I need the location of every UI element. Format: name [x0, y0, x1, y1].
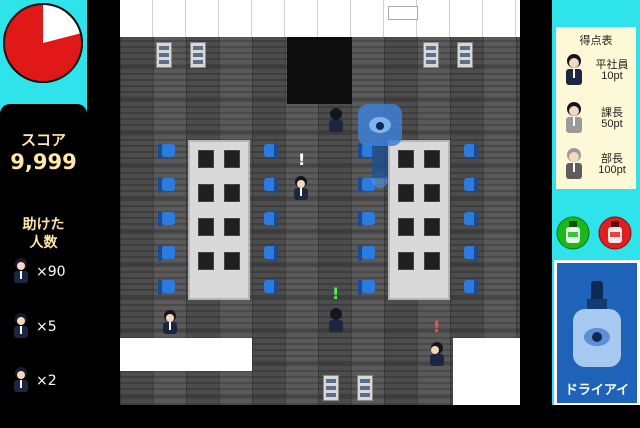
vending-machine — [423, 42, 439, 68]
office-chair — [158, 278, 176, 296]
office-chair — [460, 244, 478, 262]
staff-icon — [566, 54, 582, 85]
selected-item-name: ドライアイ — [564, 383, 630, 398]
vending-machine — [156, 42, 172, 68]
right-panel: 得点表 平社員 10pt 課長 50pt 部長 100pt ドライアイ — [552, 0, 640, 428]
score-value: 9,999 — [10, 150, 77, 174]
points-chief: 50pt — [601, 118, 623, 130]
office-map[interactable]: ! ! ! — [120, 0, 520, 405]
office-chair — [260, 142, 278, 160]
score-panel: スコア 9,999 助けた 人数 ×90 ×5 ×2 — [0, 104, 87, 426]
dark-doorway — [287, 37, 352, 104]
red-eye-drop-icon[interactable] — [598, 216, 632, 250]
office-chair — [460, 176, 478, 194]
section-chief-icon — [14, 313, 28, 338]
saved-staff-count: ×90 — [36, 264, 66, 280]
saved-label-line2: 人数 — [29, 235, 58, 251]
office-chair — [460, 142, 478, 160]
vending-machine — [457, 42, 473, 68]
office-chair — [358, 244, 376, 262]
points-row-head: 部長 100pt — [560, 145, 636, 185]
staff-npc[interactable] — [326, 107, 346, 133]
office-chair — [158, 210, 176, 228]
staff-npc[interactable] — [326, 307, 346, 333]
selected-item-panel[interactable]: ドライアイ — [554, 260, 640, 406]
staff-npc[interactable] — [427, 341, 447, 367]
points-row-staff: 平社員 10pt — [560, 51, 636, 91]
dry-eye-drop-icon — [573, 281, 621, 367]
desk-island-left — [188, 140, 250, 300]
points-table-title: 得点表 — [579, 35, 613, 47]
department-head-icon — [566, 148, 582, 179]
office-chair — [460, 210, 478, 228]
staff-npc[interactable] — [291, 175, 311, 201]
office-chair — [358, 278, 376, 296]
office-chair — [158, 244, 176, 262]
top-wall — [120, 0, 520, 37]
bottom-left-counter — [120, 338, 252, 371]
department-head-icon — [14, 367, 28, 392]
alert-icon-green: ! — [332, 284, 340, 303]
bottom-bar — [0, 405, 640, 428]
vending-machine — [323, 375, 339, 401]
saved-count-label: 助けた 人数 — [0, 216, 87, 252]
office-chair — [260, 278, 278, 296]
points-head: 100pt — [598, 164, 626, 176]
left-panel: スコア 9,999 助けた 人数 ×90 ×5 ×2 — [0, 0, 87, 428]
saved-head-count: ×2 — [36, 373, 57, 389]
staff-icon — [14, 258, 28, 283]
saved-staff-row: ×90 — [10, 256, 85, 286]
office-chair — [260, 210, 278, 228]
vending-machine — [190, 42, 206, 68]
vending-machine — [357, 375, 373, 401]
wall-sign — [388, 6, 418, 20]
office-chair — [260, 244, 278, 262]
staff-npc[interactable] — [160, 309, 180, 335]
alert-icon-red: ! — [433, 317, 441, 336]
eye-drop-cursor-icon[interactable] — [356, 100, 404, 190]
score-label: スコア — [20, 131, 66, 149]
saved-head-row: ×2 — [10, 365, 85, 395]
points-staff: 10pt — [601, 70, 623, 82]
saved-chief-count: ×5 — [36, 319, 57, 335]
section-chief-icon — [566, 102, 582, 133]
bottom-right-counter — [453, 338, 520, 405]
office-chair — [158, 142, 176, 160]
office-chair — [260, 176, 278, 194]
points-table: 得点表 平社員 10pt 課長 50pt 部長 100pt — [556, 27, 636, 189]
green-eye-drop-icon[interactable] — [556, 216, 590, 250]
points-row-chief: 課長 50pt — [560, 99, 636, 139]
office-chair — [358, 210, 376, 228]
saved-label-line1: 助けた — [22, 217, 65, 233]
timer-pie-icon — [3, 3, 83, 83]
office-chair — [460, 278, 478, 296]
saved-chief-row: ×5 — [10, 311, 85, 341]
office-chair — [158, 176, 176, 194]
alert-icon-white: ! — [298, 150, 306, 169]
